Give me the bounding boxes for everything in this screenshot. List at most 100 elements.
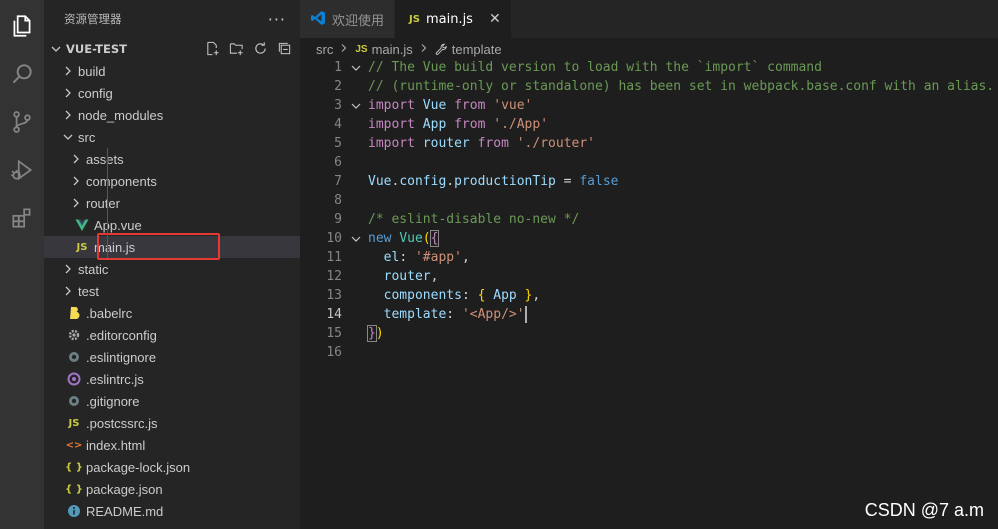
tree-item-assets[interactable]: assets xyxy=(44,148,300,170)
tree-item-editorconfig[interactable]: .editorconfig xyxy=(44,324,300,346)
code-keyword: import xyxy=(368,136,415,151)
tree-item-label: App.vue xyxy=(94,217,142,233)
tree-item-package-lock-json[interactable]: { } package-lock.json xyxy=(44,456,300,478)
tree-item-package-json[interactable]: { } package.json xyxy=(44,478,300,500)
tree-item-main-js[interactable]: JS main.js xyxy=(44,236,300,258)
file-dot-icon xyxy=(66,394,82,408)
line-number: 10 xyxy=(326,231,342,246)
code-line: 10 new Vue({ xyxy=(300,229,998,248)
source-control-icon[interactable] xyxy=(0,102,44,142)
more-actions-icon[interactable]: ··· xyxy=(268,10,286,29)
line-number: 13 xyxy=(326,288,342,303)
js-file-icon: JS xyxy=(355,43,368,55)
code-string: './router' xyxy=(516,136,596,151)
editor-area: 欢迎使用 JS main.js ✕ src JS main.js templat… xyxy=(300,0,998,529)
tree-item-build[interactable]: build xyxy=(44,60,300,82)
code-paren: ( xyxy=(422,231,431,246)
breadcrumb: src JS main.js template xyxy=(300,38,998,60)
breadcrumb-folder[interactable]: src xyxy=(316,42,333,57)
code-line: 3 import Vue from 'vue' xyxy=(300,96,998,115)
tree-item-label: .eslintignore xyxy=(86,349,157,365)
project-root[interactable]: VUE-TEST xyxy=(44,38,300,60)
tree-item-node-modules[interactable]: node_modules xyxy=(44,104,300,126)
new-file-icon[interactable] xyxy=(204,40,220,56)
tree-item-config[interactable]: config xyxy=(44,82,300,104)
tree-item-test[interactable]: test xyxy=(44,280,300,302)
code-keyword: from xyxy=(454,117,486,132)
chevron-right-icon xyxy=(68,197,84,209)
tree-item-label: package.json xyxy=(86,481,163,497)
code-identifier: App xyxy=(422,117,447,132)
tree-item-static[interactable]: static xyxy=(44,258,300,280)
line-number: 4 xyxy=(334,117,342,132)
fold-chevron-icon[interactable] xyxy=(349,96,363,115)
tab-label: main.js xyxy=(425,11,473,27)
code-punctuation: , xyxy=(532,288,541,303)
search-icon[interactable] xyxy=(0,54,44,94)
code-identifier: Vue xyxy=(368,174,392,189)
tree-item-eslintignore[interactable]: .eslintignore xyxy=(44,346,300,368)
project-actions xyxy=(204,40,292,56)
babel-icon xyxy=(66,306,82,320)
breadcrumb-symbol[interactable]: template xyxy=(452,42,502,57)
code-brace: } xyxy=(516,288,533,303)
new-folder-icon[interactable] xyxy=(228,40,244,56)
watermark: CSDN @7 a.m xyxy=(864,500,984,520)
tree-item-eslintrc-js[interactable]: .eslintrc.js xyxy=(44,368,300,390)
gear-icon xyxy=(66,328,82,342)
code-punctuation: : xyxy=(446,307,462,322)
tree-item-label: .eslintrc.js xyxy=(86,371,144,387)
code-property: components xyxy=(383,288,462,303)
code-line: 11 el: '#app', xyxy=(300,248,998,267)
html-file-icon: <> xyxy=(65,439,83,451)
fold-chevron-icon[interactable] xyxy=(349,229,363,248)
tree-item-label: src xyxy=(78,129,96,145)
code-boolean: false xyxy=(579,174,619,189)
code-editor[interactable]: 1 // The Vue build version to load with t… xyxy=(300,58,998,362)
extensions-icon[interactable] xyxy=(0,198,44,238)
tree-item-app-vue[interactable]: App.vue xyxy=(44,214,300,236)
code-brace: { xyxy=(477,288,494,303)
code-line: 2 // (runtime-only or standalone) has bee… xyxy=(300,77,998,96)
eslint-icon xyxy=(66,372,82,386)
code-line: 7 Vue.config.productionTip = false xyxy=(300,172,998,191)
fold-chevron-icon[interactable] xyxy=(349,58,363,77)
tree-item-label: .gitignore xyxy=(86,393,140,409)
vscode-icon xyxy=(310,10,326,29)
tree-item-label: components xyxy=(86,173,157,189)
tree-item-gitignore[interactable]: .gitignore xyxy=(44,390,300,412)
code-comment: // (runtime-only or standalone) has been… xyxy=(368,79,995,94)
code-line: 4 import App from './App' xyxy=(300,115,998,134)
explorer-icon[interactable] xyxy=(0,6,44,46)
code-punctuation: , xyxy=(430,269,439,284)
chevron-right-icon xyxy=(339,43,349,56)
refresh-icon[interactable] xyxy=(252,40,268,56)
code-identifier: Vue xyxy=(422,98,447,113)
code-operator: = xyxy=(555,174,580,189)
code-string: 'vue' xyxy=(493,98,533,113)
tree-item-label: .babelrc xyxy=(86,305,133,321)
code-property: router xyxy=(383,269,431,284)
tree-item-label: assets xyxy=(86,151,124,167)
tree-item-src[interactable]: src xyxy=(44,126,300,148)
tree-item-label: index.html xyxy=(86,437,146,453)
line-number: 3 xyxy=(334,98,342,113)
tree-item-readme-md[interactable]: README.md xyxy=(44,500,300,522)
tree-item-index-html[interactable]: <> index.html xyxy=(44,434,300,456)
close-icon[interactable]: ✕ xyxy=(489,11,501,27)
tree-item-babelrc[interactable]: .babelrc xyxy=(44,302,300,324)
code-keyword: from xyxy=(477,136,509,151)
run-debug-icon[interactable] xyxy=(0,150,44,190)
tab-welcome[interactable]: 欢迎使用 xyxy=(300,0,396,38)
code-line: 9 /* eslint-disable no-new */ xyxy=(300,210,998,229)
tree-item-router[interactable]: router xyxy=(44,192,300,214)
chevron-right-icon xyxy=(68,153,84,165)
tab-label: 欢迎使用 xyxy=(332,13,385,29)
line-number: 14 xyxy=(326,307,342,322)
tree-item-components[interactable]: components xyxy=(44,170,300,192)
tree-item-label: .postcssrc.js xyxy=(86,415,158,431)
collapse-all-icon[interactable] xyxy=(276,40,292,56)
tab-main-js[interactable]: JS main.js ✕ xyxy=(395,0,512,38)
tree-item-postcssrc-js[interactable]: JS .postcssrc.js xyxy=(44,412,300,434)
breadcrumb-file[interactable]: main.js xyxy=(372,42,413,57)
